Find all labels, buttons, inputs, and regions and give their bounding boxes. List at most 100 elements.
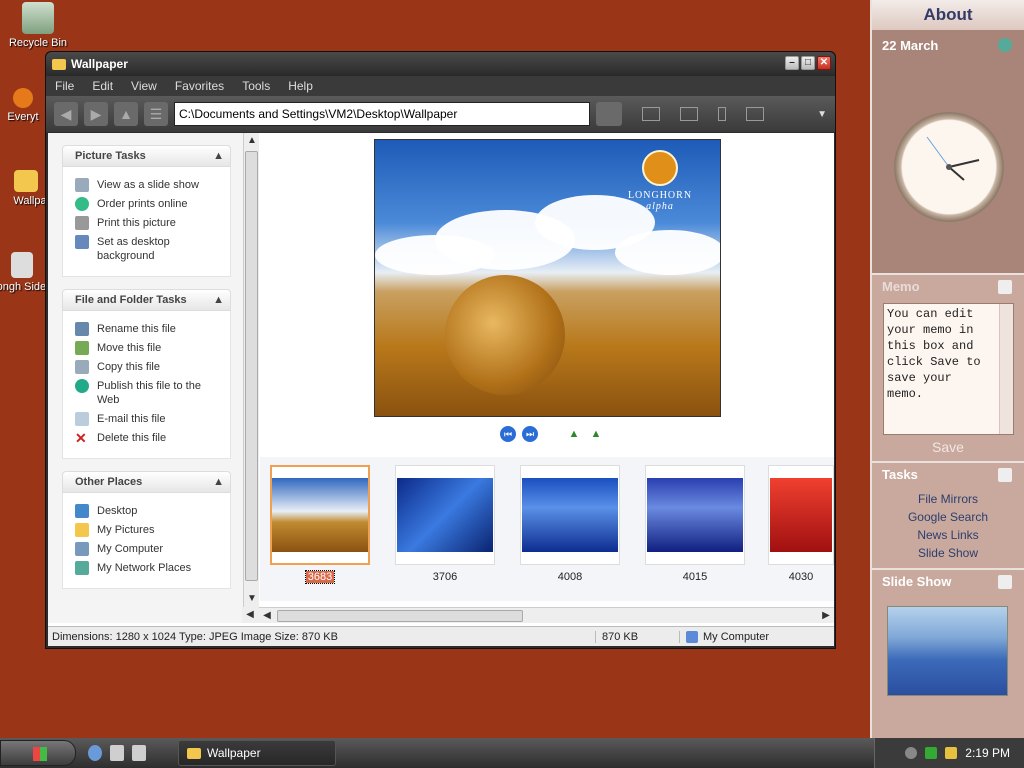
memo-textarea[interactable]: You can edit your memo in this box and c… — [883, 303, 1014, 435]
place-desktop[interactable]: Desktop — [75, 504, 222, 518]
views-menu-button[interactable]: ☰ — [144, 102, 168, 126]
slideshow-icon[interactable] — [998, 575, 1012, 589]
tray-app-icon[interactable] — [945, 747, 958, 759]
filmstrip-scrollbar[interactable]: ◀ ▶ — [259, 607, 834, 623]
collapse-icon[interactable]: ▲ — [213, 290, 224, 310]
desktop-icon-recycle-bin[interactable]: Recycle Bin — [0, 2, 78, 49]
task-slide-show[interactable]: View as a slide show — [75, 178, 222, 192]
slideshow-header: Slide Show — [872, 570, 1024, 594]
search-go-button[interactable] — [596, 102, 622, 126]
preview-controls: ⏮ ⏭ ▲ ▲ — [500, 426, 604, 442]
thumbnail-label: 4008 — [557, 571, 583, 583]
minimize-button[interactable]: – — [785, 56, 799, 70]
scroll-left-icon[interactable]: ◀ — [259, 608, 275, 624]
rotate-left-button[interactable]: ▲ — [566, 428, 582, 440]
network-icon — [75, 561, 89, 575]
address-bar[interactable]: C:\Documents and Settings\VM2\Desktop\Wa… — [174, 102, 590, 126]
computer-icon — [686, 630, 698, 643]
back-button[interactable]: ◀ — [54, 102, 78, 126]
scroll-thumb[interactable] — [245, 151, 258, 581]
thumbnail-view-icon[interactable] — [680, 107, 698, 121]
task-set-background[interactable]: Set as desktop background — [75, 235, 222, 263]
title-bar[interactable]: Wallpaper – □ ✕ — [46, 52, 835, 76]
panel-header[interactable]: Other Places ▲ — [62, 471, 231, 493]
tray-network-icon[interactable] — [925, 747, 938, 759]
task-link-news-links[interactable]: News Links — [872, 526, 1024, 544]
quick-launch-app-icon[interactable] — [110, 745, 124, 761]
panel-header[interactable]: Picture Tasks ▲ — [62, 145, 231, 167]
quick-launch-browser-icon[interactable] — [88, 745, 102, 761]
place-network[interactable]: My Network Places — [75, 561, 222, 575]
tasks-icon[interactable] — [998, 468, 1012, 482]
maximize-button[interactable]: □ — [801, 56, 815, 70]
start-button[interactable] — [0, 740, 76, 766]
menu-help[interactable]: Help — [279, 79, 322, 93]
task-publish[interactable]: Publish this file to the Web — [75, 379, 222, 407]
task-link-google-search[interactable]: Google Search — [872, 508, 1024, 526]
task-delete[interactable]: ✕ Delete this file — [75, 431, 222, 445]
task-copy[interactable]: Copy this file — [75, 360, 222, 374]
computer-icon — [75, 542, 89, 556]
list-view-icon[interactable] — [642, 107, 660, 121]
tray-expand-icon[interactable] — [905, 747, 918, 759]
cloud-shape — [375, 235, 495, 275]
previous-image-button[interactable]: ⏮ — [500, 426, 516, 442]
collapse-icon[interactable]: ▲ — [213, 146, 224, 166]
thumbnail-image — [272, 478, 368, 552]
menu-edit[interactable]: Edit — [83, 79, 122, 93]
memo-title: Memo — [882, 279, 920, 294]
taskbar-window-button[interactable]: Wallpaper — [178, 740, 336, 766]
scroll-thumb[interactable] — [277, 610, 523, 622]
task-pane-scrollbar[interactable]: ▲ ▼ — [243, 133, 259, 623]
status-size: 870 KB — [596, 630, 680, 643]
scroll-left-icon[interactable]: ◀ — [242, 607, 258, 623]
task-move[interactable]: Move this file — [75, 341, 222, 355]
panel-header[interactable]: File and Folder Tasks ▲ — [62, 289, 231, 311]
slideshow-icon — [75, 178, 89, 192]
status-zone: My Computer — [680, 630, 769, 643]
task-order-prints[interactable]: Order prints online — [75, 197, 222, 211]
globe-icon[interactable] — [998, 38, 1012, 52]
cloud-shape — [615, 230, 720, 275]
task-link-slide-show[interactable]: Slide Show — [872, 544, 1024, 562]
toolbar-chevron-icon[interactable]: ▼ — [817, 109, 827, 120]
thumbnail-item[interactable]: 3706 — [395, 465, 495, 583]
thumbnail-item[interactable]: 4008 — [520, 465, 620, 583]
close-button[interactable]: ✕ — [817, 56, 831, 70]
menu-tools[interactable]: Tools — [233, 79, 279, 93]
about-header[interactable]: About — [872, 0, 1024, 30]
menu-view[interactable]: View — [122, 79, 166, 93]
forward-button[interactable]: ▶ — [84, 102, 108, 126]
tasks-header: Tasks — [872, 463, 1024, 487]
scroll-up-icon[interactable]: ▲ — [244, 133, 260, 149]
image-preview[interactable]: LONGHORN alpha — [374, 139, 721, 417]
thumbnail-item[interactable]: 4030 — [768, 465, 834, 583]
next-image-button[interactable]: ⏭ — [522, 426, 538, 442]
filmstrip-view-icon[interactable] — [746, 107, 764, 121]
rotate-right-button[interactable]: ▲ — [588, 428, 604, 440]
menu-file[interactable]: File — [46, 79, 83, 93]
place-my-pictures[interactable]: My Pictures — [75, 523, 222, 537]
task-email[interactable]: E-mail this file — [75, 412, 222, 426]
thumbnail-item[interactable]: 4015 — [645, 465, 745, 583]
task-rename[interactable]: Rename this file — [75, 322, 222, 336]
quick-launch-notes-icon[interactable] — [132, 745, 146, 761]
menu-favorites[interactable]: Favorites — [166, 79, 233, 93]
clock-time[interactable]: 2:19 PM — [965, 746, 1010, 760]
memo-save-button[interactable]: Save — [872, 439, 1024, 455]
memo-scrollbar[interactable] — [999, 304, 1013, 434]
desktop-icon-label: Wallpa — [13, 195, 47, 207]
menu-bar: File Edit View Favorites Tools Help — [46, 76, 835, 96]
task-print[interactable]: Print this picture — [75, 216, 222, 230]
thumbnail-item[interactable]: 3683 — [270, 465, 370, 584]
collapse-icon[interactable]: ▲ — [213, 472, 224, 492]
slideshow-image[interactable] — [887, 606, 1008, 696]
up-button[interactable]: ▲ — [114, 102, 138, 126]
task-link-file-mirrors[interactable]: File Mirrors — [872, 490, 1024, 508]
place-my-computer[interactable]: My Computer — [75, 542, 222, 556]
desktop-icon-label: Everyt — [7, 111, 39, 123]
memo-icon[interactable] — [998, 280, 1012, 294]
scroll-right-icon[interactable]: ▶ — [818, 608, 834, 624]
details-view-icon[interactable] — [718, 107, 726, 121]
scroll-down-icon[interactable]: ▼ — [244, 591, 260, 607]
